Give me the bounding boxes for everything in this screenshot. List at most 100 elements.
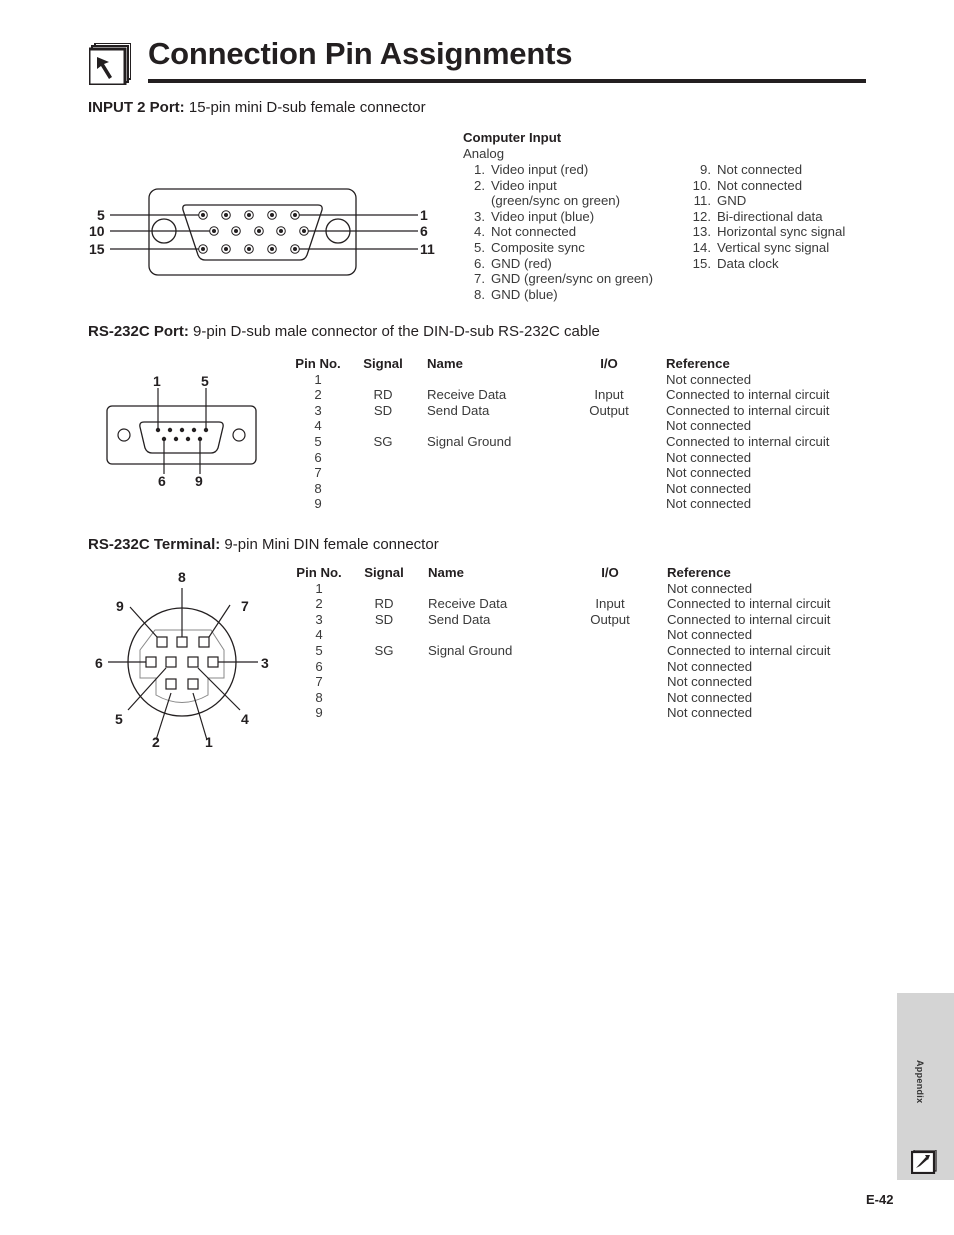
appendix-tab-label: Appendix [915,1060,925,1104]
computer-input-item: 5. Composite sync [463,240,683,256]
pin-cell: 3 [315,611,323,627]
column-header: Reference [667,565,731,580]
item-number: 15. [692,255,711,271]
din-pin [165,656,177,668]
computer-input-item: 6. GND (red) [463,256,683,272]
item-number: 10. [692,177,711,193]
vga-pin-dot [302,229,306,233]
reference-cell: Not connected [667,658,753,674]
dsub-pin [185,436,191,442]
computer-input-list-col2: 9. Not connected 10. Not connected 11. GND 12.… [688,162,868,271]
mini-din-connector-diagram [108,588,258,741]
item-label: GND (red) [491,255,552,271]
pin-cell: 7 [314,465,322,481]
reference-cell: Connected to internal circuit [667,611,831,627]
vga-label-5: 5 [97,207,105,223]
item-number: 2. [474,177,485,193]
din-label-4: 4 [241,711,249,727]
reference-cell: Not connected [666,496,752,512]
item-label: Composite sync [491,239,585,255]
column-header: Signal [363,356,403,371]
rs232c-port-heading-desc: 9-pin D-sub male connector of the DIN-D-… [188,323,600,340]
computer-input-title: Computer Input [463,130,562,145]
computer-input-item: 14. Vertical sync signal [688,240,868,256]
computer-input-item: 3. Video input (blue) [463,209,683,225]
item-number: 13. [692,224,711,240]
name-cell: Receive Data [428,596,508,612]
reference-cell: Not connected [666,371,752,387]
signal-cell: SG [373,433,393,449]
dsub-label-5: 5 [201,373,209,389]
input2-heading: INPUT 2 Port: 15-pin mini D-sub female c… [88,99,426,117]
table-row: 6 Not connected [291,659,861,675]
computer-input-item: 4. Not connected [463,224,683,240]
din-pin [187,656,199,668]
dsub-pin [161,436,167,442]
din-pin [187,678,199,690]
vga-pin-dot [201,213,205,217]
pin-cell: 3 [314,402,322,418]
vga-pin-dot [247,247,251,251]
item-label: Vertical sync signal [717,239,830,255]
table-row: 5 SG Signal Ground Connected to internal ci… [291,643,861,659]
reference-cell: Connected to internal circuit [667,642,831,658]
item-number: 6. [474,255,485,271]
computer-input-subtitle: Analog [463,146,505,161]
vga-label-15: 15 [89,241,105,257]
din-label-6: 6 [95,655,103,671]
item-number: 3. [474,208,485,224]
vga-pin-dot [270,247,274,251]
vga-pin-dot [257,229,261,233]
reference-cell: Connected to internal circuit [667,596,831,612]
computer-input-item: 1. Video input (red) [463,162,683,178]
item-label: GND [717,193,747,209]
vga-label-6: 6 [420,223,428,239]
dsub-pin [203,427,209,433]
item-label: Data clock [717,255,779,271]
signal-cell: RD [373,387,393,403]
reference-cell: Not connected [666,449,752,465]
page-number: E-42 [866,1192,894,1207]
name-cell: Receive Data [427,387,507,403]
table-row: 7 Not connected [291,674,861,690]
item-number: 14. [692,239,711,255]
item-label: Video input [491,177,557,193]
dsub-pin [173,436,179,442]
column-header: Name [428,565,464,580]
dsub9-connector-diagram [106,388,257,474]
dsub-pin [197,436,203,442]
table-row: 3 SD Send Data Output Connected to internal … [290,403,860,419]
item-label: Not connected [717,177,803,193]
din-pin [198,636,210,648]
pin-cell: 7 [315,674,323,690]
pin-cell: 2 [315,596,323,612]
vga-pin-dot [293,247,297,251]
pin-cell: 1 [314,371,322,387]
computer-input-item: (green/sync on green) [463,193,683,209]
dsub-pin [191,427,197,433]
item-label: GND (blue) [491,286,558,302]
item-number: 5. [474,239,485,255]
reference-cell: Connected to internal circuit [666,433,830,449]
pin-cell: 9 [314,496,322,512]
vga-pin-dot [212,229,216,233]
computer-input-list-col1: 1. Video input (red) 2. Video input (green/s… [463,162,683,302]
computer-input-item: 7. GND (green/sync on green) [463,271,683,287]
pin-cell: 6 [315,658,323,674]
computer-input-item: 2. Video input [463,178,683,194]
column-header: I/O [600,356,618,371]
din-pin [176,636,188,648]
signal-cell: SG [374,642,394,658]
column-header: I/O [601,565,619,580]
input2-heading-desc: 15-pin mini D-sub female connector [184,99,426,116]
column-header: Pin No. [295,356,341,371]
vga-label-11: 11 [420,241,435,257]
item-number: 11. [693,193,711,209]
signal-cell: SD [373,402,393,418]
pin-cell: 4 [315,627,323,643]
column-header: Pin No. [296,565,342,580]
vga-pin-dot [279,229,283,233]
pin-cell: 5 [314,433,322,449]
reference-cell: Connected to internal circuit [666,402,830,418]
vga-label-1: 1 [420,207,428,223]
